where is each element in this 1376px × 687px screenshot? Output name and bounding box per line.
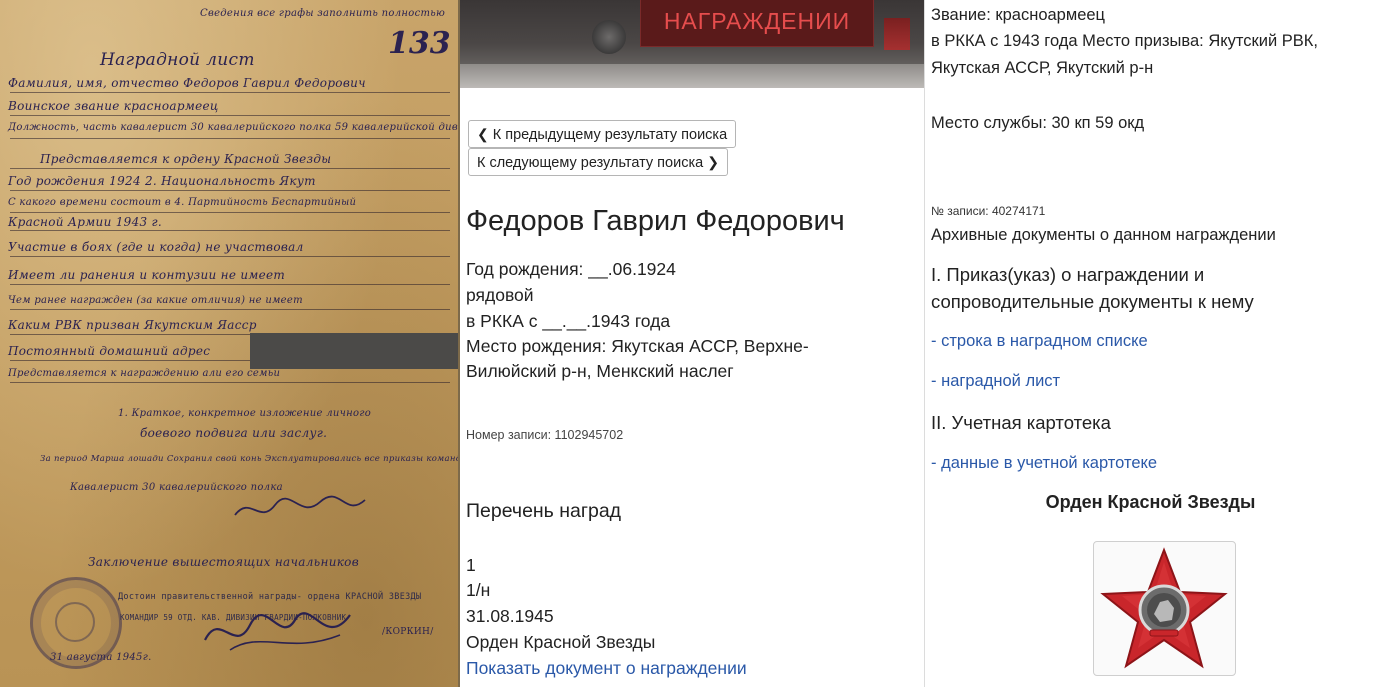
doc-line-14: Представляется к награждению али его сем… — [8, 368, 281, 379]
section2-title: II. Учетная картотека — [931, 412, 1111, 433]
doc-line-9: Участие в боях (где и когда) не участвов… — [8, 240, 304, 254]
award-sheet-link[interactable]: - наградной лист — [931, 372, 1060, 391]
award-record-panel: Звание: красноармеец в РККА с 1943 года … — [925, 0, 1376, 687]
doc-line-7: С какого времени состоит в 4. Партийност… — [8, 197, 357, 208]
prev-result-button[interactable]: ❮ К предыдущему результату поиска — [468, 120, 737, 148]
doc-line-16: боевого подвига или заслуг. — [140, 426, 328, 440]
page-number: 133 — [388, 26, 451, 61]
record-number: № записи: 40274171 — [931, 204, 1046, 218]
doc-line-0: Сведения все графы заполнить полностью — [200, 8, 446, 19]
emblem-icon — [592, 20, 626, 54]
award-index: 1 — [466, 555, 476, 575]
award-date: 31.08.1945 — [466, 606, 554, 626]
award-sheet-scan: 133 Сведения все графы заполнить полност… — [0, 0, 460, 687]
chevron-left-icon: ❮ — [477, 126, 489, 142]
in-rkka: в РККА с __.__.1943 года — [466, 311, 671, 331]
flag-icon — [884, 18, 910, 50]
award-doc-number: 1/н — [466, 580, 491, 600]
birthplace-line-2: Вилюйский р-н, Менкский наслег — [466, 361, 734, 381]
doc-title: Наградной лист — [100, 50, 255, 70]
site-header: НАГРАЖДЕНИИ — [460, 0, 924, 88]
section1-title-line1: I. Приказ(указ) о награждении и — [931, 264, 1205, 285]
doc-line-8: Красной Армии 1943 г. — [8, 215, 163, 229]
award-list-row-link[interactable]: - строка в наградном списке — [931, 332, 1148, 351]
redacted-address — [250, 333, 458, 369]
prev-result-label: К предыдущему результату поиска — [492, 127, 728, 143]
red-star-order-icon — [1100, 547, 1228, 669]
doc-line-12: Каким РВК призван Якутским Яассp — [8, 318, 257, 332]
doc-line-10: Имеет ли ранения и контузии не имеет — [8, 268, 286, 282]
birth-year: Год рождения: __.06.1924 — [466, 259, 676, 279]
next-result-label: К следующему результату поиска — [477, 155, 704, 171]
doc-line-13: Постоянный домашний адрес — [8, 344, 211, 358]
doc-line-15: 1. Краткое, конкретное изложение личного — [118, 408, 372, 419]
header-badge: НАГРАЖДЕНИИ — [640, 0, 874, 47]
service-line-1: в РККА с 1943 года Место призыва: Якутск… — [931, 32, 1318, 50]
doc-line-22: /КОРКИН/ — [382, 627, 434, 637]
rank-line: Звание: красноармеец — [931, 6, 1106, 24]
doc-line-5: Представляется к ордену Красной Звезды — [40, 152, 332, 166]
awards-title: Перечень наград — [466, 500, 622, 522]
doc-line-2: Фамилия, имя, отчество Федоров Гаврил Фе… — [8, 76, 366, 90]
section1-title-line2: сопроводительные документы к нему — [931, 291, 1254, 312]
person-record-panel: НАГРАЖДЕНИИ ❮ К предыдущему результату п… — [460, 0, 925, 687]
show-award-document-link[interactable]: Показать документ о награждении — [466, 658, 747, 679]
rank: рядовой — [466, 285, 534, 305]
doc-line-19: Заключение вышестоящих начальников — [88, 555, 359, 569]
chevron-right-icon: ❯ — [707, 154, 719, 170]
service-line-2: Якутская АССР, Якутский р-н — [931, 59, 1154, 77]
signature-2 — [234, 495, 366, 516]
service-unit: Место службы: 30 кп 59 окд — [931, 114, 1145, 132]
doc-line-3: Воинское звание красноармеец — [8, 99, 219, 113]
card-index-link[interactable]: - данные в учетной картотеке — [931, 454, 1157, 473]
order-title: Орден Красной Звезды — [1045, 492, 1256, 512]
doc-line-17: За период Марша лошади Сохранил свой кон… — [40, 454, 458, 464]
archive-title: Архивные документы о данном награждении — [931, 226, 1276, 244]
record-number: Номер записи: 1102945702 — [466, 428, 624, 442]
doc-line-6: Год рождения 1924 2. Национальность Якут — [8, 174, 316, 188]
official-stamp — [30, 577, 122, 669]
doc-line-4: Должность, часть кавалерист 30 кавалерий… — [8, 122, 460, 133]
next-result-button[interactable]: К следующему результату поиска ❯ — [468, 148, 728, 176]
birthplace-line-1: Место рождения: Якутская АССР, Верхне- — [466, 336, 809, 356]
order-image[interactable] — [1093, 541, 1236, 676]
person-name: Федоров Гаврил Федорович — [466, 205, 845, 237]
award-name: Орден Красной Звезды — [466, 632, 656, 652]
signature — [204, 612, 351, 651]
doc-line-11: Чем ранее награжден (за какие отличия) н… — [8, 295, 303, 306]
